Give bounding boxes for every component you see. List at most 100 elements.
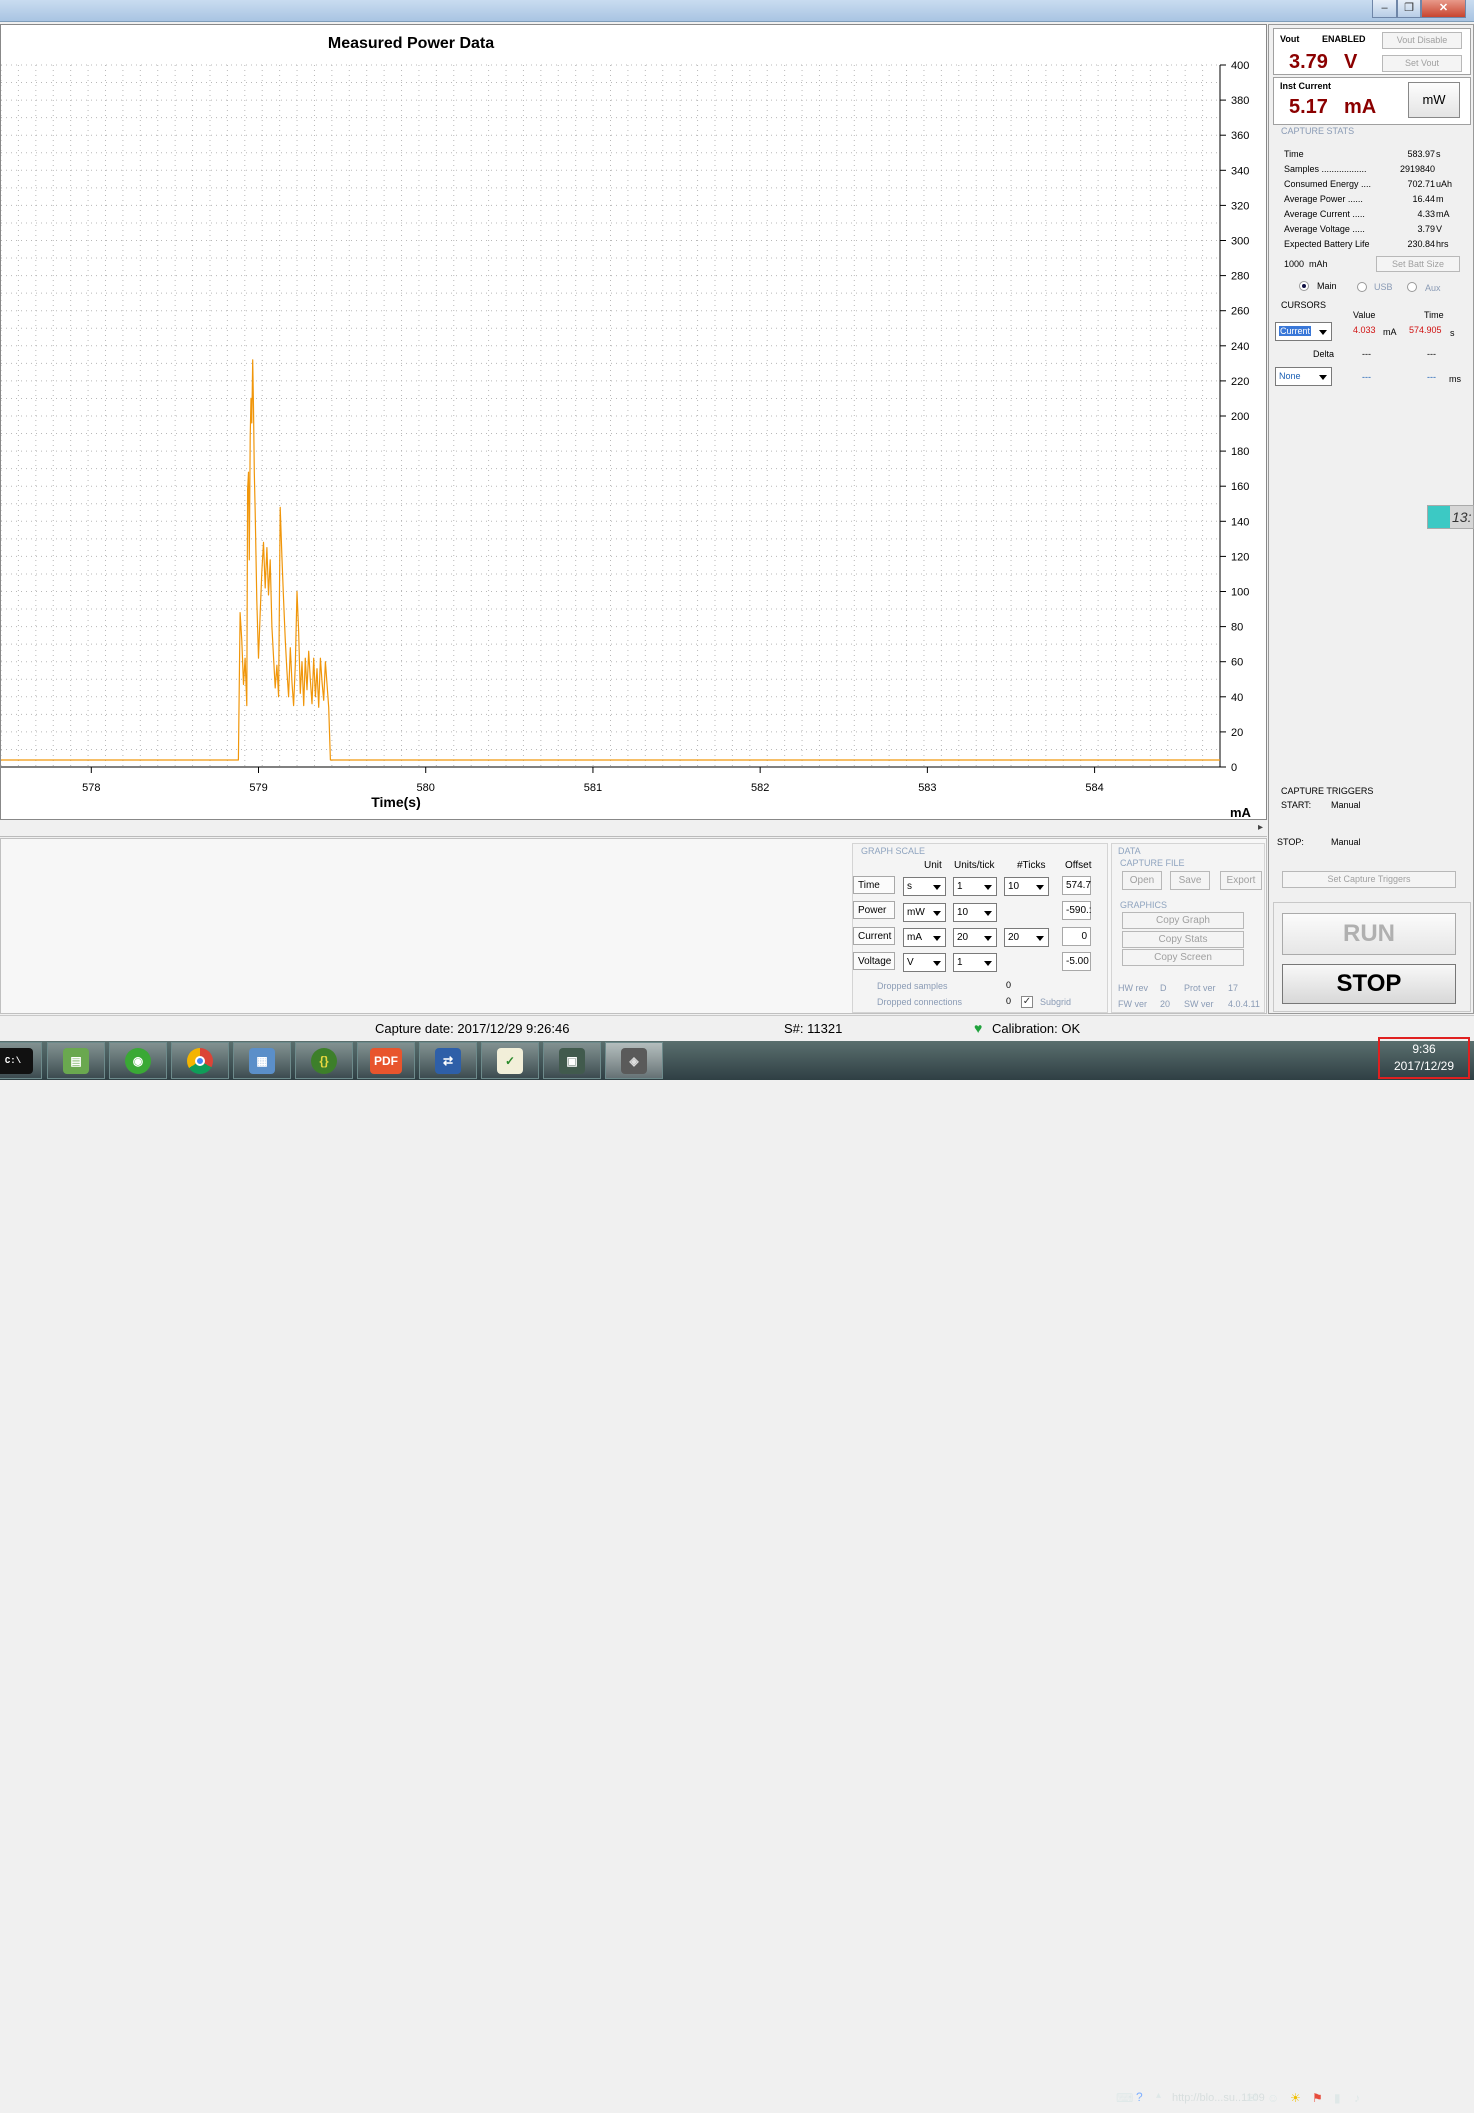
second-cursor-select[interactable]: None (1275, 367, 1332, 386)
taskbar-chrome[interactable] (171, 1042, 229, 1079)
voltage-unit-select[interactable]: V (903, 953, 946, 972)
y-tick-label: 380 (1231, 95, 1249, 107)
second-cursor-value: --- (1362, 372, 1371, 382)
set-capture-triggers-button[interactable]: Set Capture Triggers (1282, 871, 1456, 888)
mw-toggle-button[interactable]: mW (1408, 82, 1460, 118)
export-button[interactable]: Export (1220, 871, 1262, 890)
time-ticks-select[interactable]: 10 (1004, 877, 1049, 896)
current-offset-input[interactable]: 0 (1062, 927, 1091, 946)
cursor-time-header: Time (1424, 310, 1444, 320)
voltage-units-per-tick-select[interactable]: 1 (953, 953, 997, 972)
maximize-button[interactable]: ❐ (1397, 0, 1421, 18)
taskbar-braces[interactable]: {} (295, 1042, 353, 1079)
wechat-icon[interactable]: ✉ (1247, 2091, 1257, 2105)
voltage-offset-input[interactable]: -5.00 (1062, 952, 1091, 971)
open-button[interactable]: Open (1122, 871, 1162, 890)
bottom-controls: GRAPH SCALE Unit Units/tick #Ticks Offse… (0, 838, 1267, 1014)
stat-row: Samples .................. 2919840 (1284, 164, 1459, 179)
clock-time: 9:36 (1412, 1042, 1436, 1056)
inst-current-label: Inst Current (1280, 81, 1332, 91)
chart-icon: ✓ (497, 1047, 523, 1074)
power-scale-button[interactable]: Power (853, 901, 895, 919)
vout-state: ENABLED (1322, 34, 1366, 44)
copy-graph-button[interactable]: Copy Graph (1122, 912, 1244, 929)
stat-name: Samples .................. (1284, 164, 1367, 174)
taskbar-chart[interactable]: ✓ (481, 1042, 539, 1079)
y-tick-label: 60 (1231, 657, 1243, 669)
stop-button[interactable]: STOP (1282, 964, 1456, 1004)
system-tray[interactable]: ⌨ ? ▴ http://blo...su..1109 ✉ ☺ ☀ ⚑ ▮ ♪ (1112, 2089, 1374, 2113)
stat-unit: m (1436, 194, 1444, 204)
taskbar-power-monitor[interactable]: ◈ (605, 1042, 663, 1079)
power-chart[interactable]: 0 20 40 60 80 100 120 140 160 180 200 220 240 260 280 3… (1, 25, 1268, 821)
time-units-per-tick-select[interactable]: 1 (953, 877, 997, 896)
stat-row: Expected Battery Life 230.84 hrs (1284, 239, 1459, 254)
inst-current-value: 5.17 (1289, 96, 1328, 118)
graph-scrollbar[interactable]: ▸ (0, 821, 1267, 837)
set-batt-size-button[interactable]: Set Batt Size (1376, 256, 1460, 272)
floating-side-tab[interactable]: 13: (1427, 505, 1474, 529)
tray-expand-icon[interactable]: ▴ (1156, 2090, 1161, 2101)
stat-row: Average Current ..... 4.33 mA (1284, 209, 1459, 224)
stop-trigger-value: Manual (1331, 837, 1361, 847)
subgrid-checkbox[interactable]: ✓ (1021, 996, 1033, 1008)
help-icon[interactable]: ? (1136, 2090, 1143, 2104)
fw-ver-label: FW ver (1118, 999, 1147, 1009)
taskbar-network[interactable]: ▦ (233, 1042, 291, 1079)
vout-disable-button[interactable]: Vout Disable (1382, 32, 1462, 49)
time-scale-button[interactable]: Time (853, 876, 895, 894)
taskbar-remote[interactable]: ⇄ (419, 1042, 477, 1079)
power-units-per-tick-select[interactable]: 10 (953, 903, 997, 922)
copy-stats-button[interactable]: Copy Stats (1122, 931, 1244, 948)
stat-name: Average Power ...... (1284, 194, 1363, 204)
y-tick-label: 340 (1231, 165, 1249, 177)
taskbar-cmd[interactable]: C:\ (0, 1042, 42, 1079)
stat-name: Time (1284, 149, 1304, 159)
power-offset-input[interactable]: -590.: (1062, 901, 1092, 920)
scroll-right-icon[interactable]: ▸ (1258, 822, 1263, 833)
prot-ver-label: Prot ver (1184, 983, 1216, 993)
minimize-button[interactable]: ‒ (1372, 0, 1397, 18)
cursor-select[interactable]: Current (1275, 322, 1332, 341)
close-button[interactable]: ✕ (1421, 0, 1466, 18)
time-unit-select[interactable]: s (903, 877, 946, 896)
aux-channel-label: Aux (1425, 283, 1441, 293)
cursor-value-header: Value (1353, 310, 1376, 320)
save-button[interactable]: Save (1170, 871, 1210, 890)
current-ticks-select[interactable]: 20 (1004, 928, 1049, 947)
main-channel-radio[interactable] (1299, 281, 1309, 291)
stat-unit: hrs (1436, 239, 1449, 249)
system-clock[interactable]: 9:36 2017/12/29 (1378, 1037, 1470, 1079)
taskbar-android-studio[interactable]: ▤ (47, 1042, 105, 1079)
usb-channel-radio[interactable] (1357, 282, 1367, 292)
weather-icon[interactable]: ☀ (1290, 2091, 1301, 2105)
power-unit-select[interactable]: mW (903, 903, 946, 922)
delta-value: --- (1362, 349, 1371, 359)
side-tab-color-block (1428, 506, 1450, 528)
run-button[interactable]: RUN (1282, 913, 1456, 955)
fw-ver-value: 20 (1160, 999, 1171, 1009)
stat-unit: mA (1436, 209, 1450, 219)
data-group: DATA CAPTURE FILE Open Save Export GRAPH… (1111, 843, 1265, 1013)
volume-icon[interactable]: ♪ (1354, 2091, 1360, 2105)
keyboard-icon[interactable]: ⌨ (1116, 2091, 1133, 2105)
current-units-per-tick-select[interactable]: 20 (953, 928, 997, 947)
time-offset-input[interactable]: 574.7 (1062, 876, 1091, 895)
current-scale-button[interactable]: Current (853, 927, 895, 945)
copy-screen-button[interactable]: Copy Screen (1122, 949, 1244, 966)
unit-header: Unit (924, 860, 942, 871)
y-tick-label: 120 (1231, 551, 1249, 563)
current-unit-select[interactable]: mA (903, 928, 946, 947)
taskbar-wifi[interactable]: ◉ (109, 1042, 167, 1079)
set-vout-button[interactable]: Set Vout (1382, 55, 1462, 72)
hw-rev-label: HW rev (1118, 983, 1148, 993)
taskbar-monitor[interactable]: ▣ (543, 1042, 601, 1079)
y-tick-label: 180 (1231, 446, 1249, 458)
voltage-scale-button[interactable]: Voltage (853, 952, 895, 970)
flag-icon[interactable]: ⚑ (1312, 2091, 1323, 2105)
signal-icon[interactable]: ▮ (1334, 2091, 1341, 2105)
aux-channel-radio[interactable] (1407, 282, 1417, 292)
stat-row: Time 583.97 s (1284, 149, 1459, 164)
qq-icon[interactable]: ☺ (1267, 2091, 1279, 2105)
taskbar-pdf[interactable]: PDF (357, 1042, 415, 1079)
